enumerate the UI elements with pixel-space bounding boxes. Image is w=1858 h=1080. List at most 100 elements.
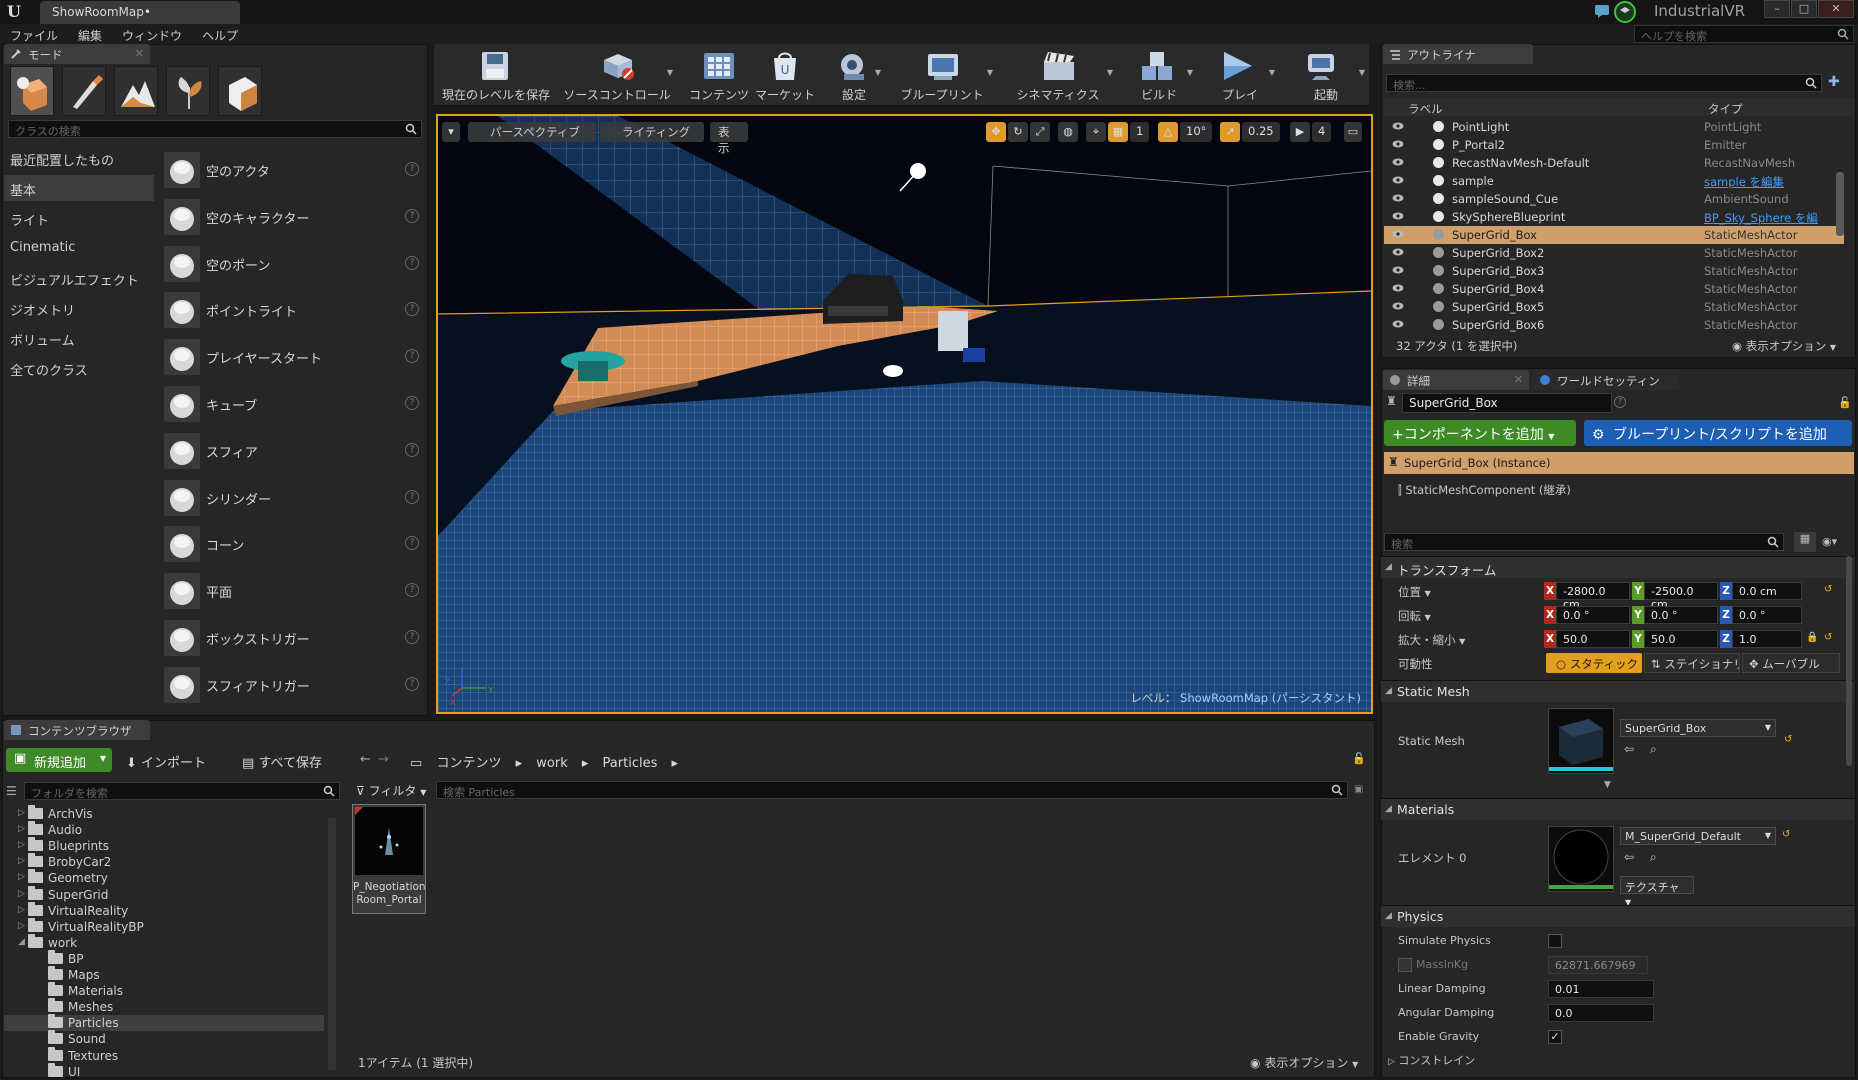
visibility-eye-icon[interactable] — [1392, 158, 1404, 166]
outliner-row[interactable]: SuperGrid_Box3 StaticMeshActor — [1384, 262, 1844, 280]
outliner-row[interactable]: SuperGrid_Box5 StaticMeshActor — [1384, 298, 1844, 316]
help-icon[interactable]: ? — [405, 255, 419, 270]
save-search-icon[interactable]: ▣ — [1354, 784, 1366, 796]
reset-to-default-icon[interactable]: ↺ — [1784, 734, 1792, 745]
actor-item[interactable]: 空のアクタ? — [160, 148, 425, 192]
lock-scale-icon[interactable]: 🔒 — [1806, 632, 1818, 643]
chevron-right-icon[interactable]: ▷ — [18, 840, 25, 850]
actor-name-input[interactable]: SuperGrid_Box — [1402, 393, 1612, 413]
help-icon[interactable]: ? — [405, 583, 419, 598]
geometry-mode-button[interactable] — [218, 66, 262, 116]
texture-dropdown[interactable]: テクスチャ ▼ — [1620, 876, 1694, 907]
content-button[interactable]: コンテンツ — [686, 44, 752, 106]
chevron-down-icon[interactable]: ▼ — [1106, 68, 1114, 77]
location-label[interactable]: 位置 ▼ — [1398, 584, 1431, 600]
visibility-eye-icon[interactable] — [1392, 140, 1404, 148]
use-selected-asset-icon[interactable]: ⇦ — [1624, 850, 1634, 864]
visibility-eye-icon[interactable] — [1392, 122, 1404, 130]
back-button[interactable]: ← — [360, 752, 371, 767]
category-cinematic[interactable]: Cinematic — [10, 240, 75, 255]
category-geometry[interactable]: ジオメトリ — [10, 300, 75, 319]
marketplace-button[interactable]: U マーケット — [752, 44, 818, 106]
viewport-menu-button[interactable]: ▾ — [442, 122, 460, 142]
folder-tree-item[interactable]: ▷ Blueprints — [4, 837, 324, 854]
material-combo[interactable]: M_SuperGrid_Default ▼ — [1620, 827, 1776, 845]
browse-asset-icon[interactable]: ⌕ — [1650, 850, 1657, 865]
place-mode-button[interactable] — [10, 66, 54, 116]
materials-section-header[interactable]: ◢ Materials — [1381, 798, 1854, 820]
static-mesh-thumbnail[interactable] — [1548, 708, 1614, 774]
outliner-row[interactable]: SuperGrid_Box4 StaticMeshActor — [1384, 280, 1844, 298]
chevron-right-icon[interactable]: ▷ — [18, 872, 25, 882]
category-all-classes[interactable]: 全てのクラス — [10, 360, 88, 379]
outliner-view-options-button[interactable]: ◉ 表示オプション ▼ — [1732, 338, 1836, 354]
help-icon[interactable]: ? — [405, 302, 419, 317]
source-control-status-icon[interactable] — [1612, 0, 1638, 24]
save-all-button[interactable]: ▤ すべて保存 — [242, 752, 322, 771]
help-icon[interactable]: ? — [405, 396, 419, 410]
lock-icon[interactable]: 🔓 — [1838, 396, 1852, 409]
outliner-row[interactable]: RecastNavMesh-Default RecastNavMesh — [1384, 154, 1844, 172]
outliner-search-input[interactable]: 検索... — [1386, 74, 1822, 92]
help-icon[interactable]: ? — [405, 208, 419, 223]
foliage-mode-button[interactable] — [166, 66, 210, 116]
play-button[interactable]: プレイ ▼ — [1204, 44, 1276, 106]
actor-item[interactable]: 空のキャラクター? — [160, 195, 425, 239]
folder-tree-item[interactable]: ▷ Audio — [4, 821, 324, 838]
scale-snap-value[interactable]: 0.25 — [1242, 122, 1280, 142]
mass-override-checkbox[interactable] — [1398, 958, 1412, 972]
simulate-physics-checkbox[interactable] — [1548, 934, 1562, 948]
col-type-header[interactable]: タイプ — [1708, 101, 1743, 117]
folder-tree-item[interactable]: Materials — [4, 982, 324, 999]
camera-speed-icon[interactable]: ▶ — [1290, 122, 1310, 142]
category-recent[interactable]: 最近配置したもの — [10, 150, 114, 169]
col-label-header[interactable]: ラベル — [1408, 101, 1443, 117]
scale-y-field[interactable]: 50.0 — [1644, 630, 1718, 648]
location-x-field[interactable]: -2800.0 cm — [1556, 582, 1630, 611]
outliner-row[interactable]: SuperGrid_Box6 StaticMeshActor — [1384, 316, 1844, 334]
outliner-row[interactable]: SuperGrid_Box2 StaticMeshActor — [1384, 244, 1844, 262]
tab-modes[interactable]: モード ✕ — [4, 44, 150, 64]
folder-tree-item[interactable]: BP — [4, 949, 324, 967]
rotation-snap-icon[interactable]: △ — [1158, 122, 1178, 142]
folder-tree-item[interactable]: ▷ SuperGrid — [4, 885, 324, 903]
surface-snap-icon[interactable]: ⌖ — [1086, 122, 1106, 142]
material-thumbnail[interactable] — [1548, 826, 1614, 892]
import-button[interactable]: ⬇ インポート — [126, 752, 206, 771]
property-matrix-icon[interactable]: ▦ — [1794, 532, 1816, 552]
filter-button[interactable]: ⊽ フィルタ ▼ — [356, 782, 426, 799]
folder-tree-item[interactable]: Meshes — [4, 998, 324, 1015]
use-selected-asset-icon[interactable]: ⇦ — [1624, 742, 1634, 756]
help-icon[interactable]: ? — [405, 442, 419, 457]
chevron-down-icon[interactable]: ▼ — [666, 68, 674, 77]
cinematics-button[interactable]: シネマティクス ▼ — [1002, 44, 1114, 106]
category-visual-effects[interactable]: ビジュアルエフェクト — [10, 270, 139, 289]
mobility-static-button[interactable]: ○ スタティック — [1546, 653, 1642, 673]
add-component-button[interactable]: +コンポーネントを追加 ▼ — [1384, 420, 1576, 446]
browse-asset-icon[interactable]: ⌕ — [1650, 742, 1657, 757]
folder-tree-item[interactable]: ▷ VirtualReality — [4, 901, 324, 919]
outliner-row-type[interactable]: sample を編集 — [1704, 174, 1784, 190]
maximize-button[interactable]: □ — [1791, 0, 1817, 18]
folder-tree-item[interactable]: Maps — [4, 966, 324, 983]
chevron-down-icon[interactable]: ▼ — [986, 68, 994, 77]
category-lights[interactable]: ライト — [10, 210, 49, 229]
visibility-eye-icon[interactable] — [1392, 212, 1404, 220]
outliner-row[interactable]: P_Portal2 Emitter — [1384, 136, 1844, 154]
outliner-row[interactable]: SuperGrid_Box StaticMeshActor — [1384, 226, 1844, 244]
visibility-eye-icon[interactable] — [1392, 176, 1404, 184]
level-tab[interactable]: ShowRoomMap• — [40, 1, 240, 24]
chevron-down-icon[interactable]: ▼ — [1186, 68, 1194, 77]
category-basic[interactable]: 基本 — [10, 180, 36, 199]
outliner-scrollbar[interactable] — [1836, 172, 1844, 236]
asset-search-input[interactable]: 検索 Particles — [436, 781, 1348, 799]
folder-tree-item[interactable]: UI — [4, 1062, 324, 1080]
chevron-down-icon[interactable]: ▼ — [874, 68, 882, 77]
menu-window[interactable]: ウィンドウ — [122, 27, 182, 44]
menu-edit[interactable]: 編集 — [78, 27, 102, 44]
scale-label[interactable]: 拡大・縮小 ▼ — [1398, 632, 1465, 648]
feedback-icon[interactable] — [1594, 3, 1612, 19]
visibility-eye-icon[interactable] — [1392, 266, 1404, 274]
chevron-down-icon[interactable]: ▼ — [1358, 68, 1366, 77]
landscape-mode-button[interactable] — [114, 66, 158, 116]
